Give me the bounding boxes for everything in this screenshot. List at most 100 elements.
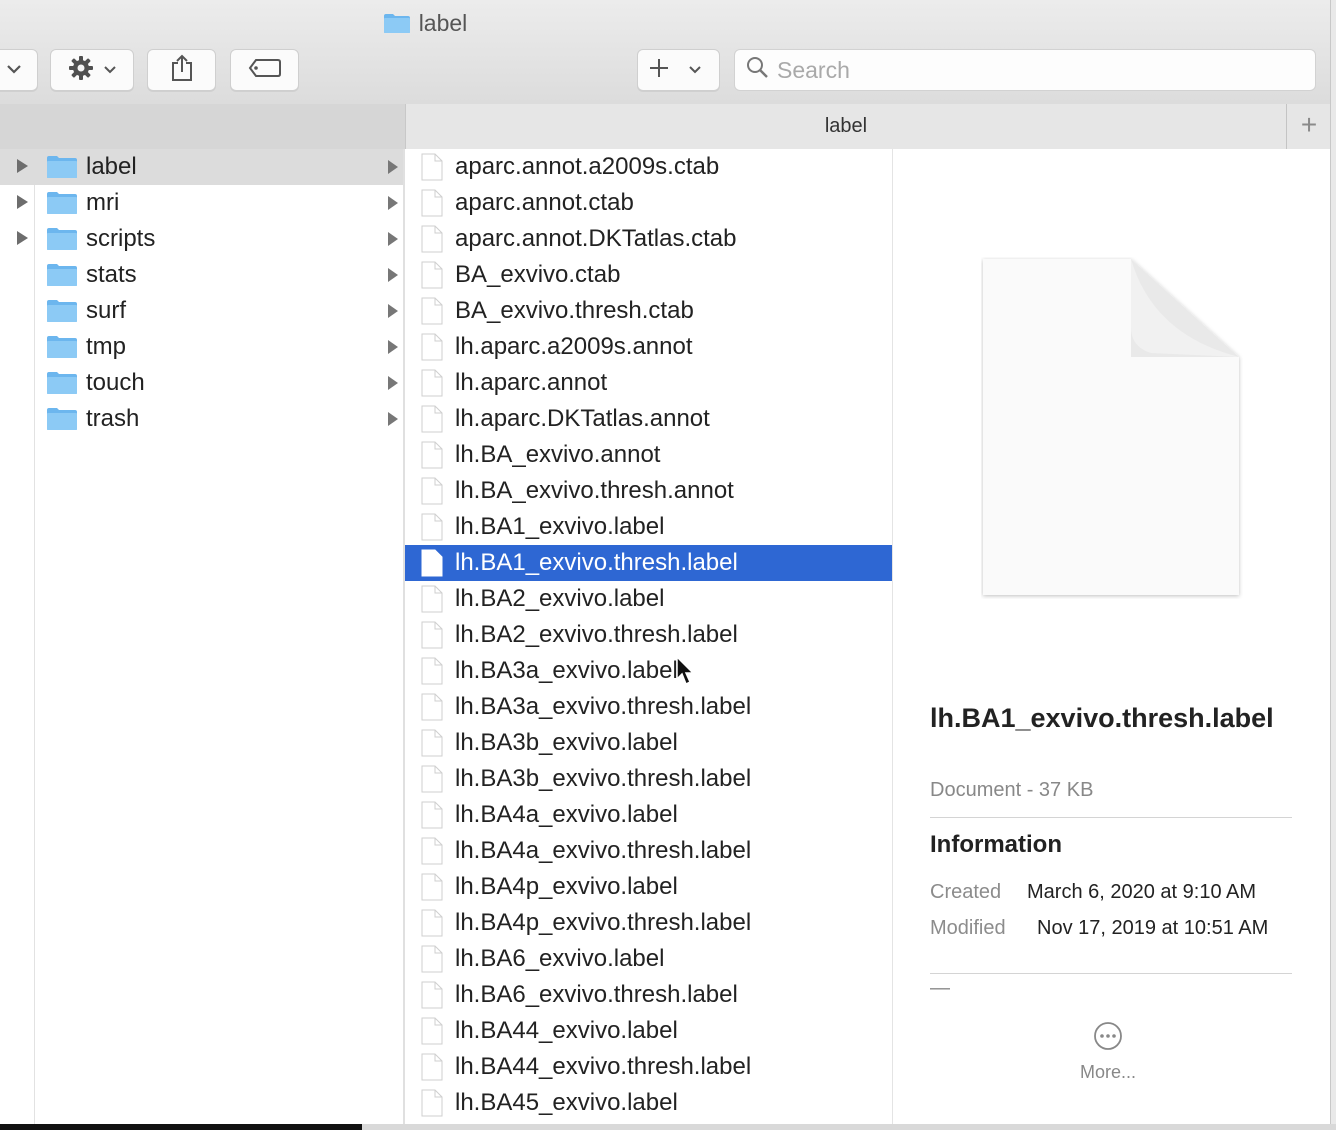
- document-icon: [420, 333, 444, 366]
- file-name: aparc.annot.a2009s.ctab: [455, 153, 720, 180]
- file-item[interactable]: aparc.annot.a2009s.ctab: [405, 149, 892, 185]
- view-options-button[interactable]: [0, 49, 38, 91]
- document-icon: [420, 801, 444, 834]
- file-item[interactable]: lh.aparc.a2009s.annot: [405, 329, 892, 365]
- add-column-button[interactable]: +: [1286, 104, 1330, 150]
- folder-icon: [46, 299, 78, 328]
- modified-label: Modified: [930, 917, 1006, 939]
- file-name: lh.BA4a_exvivo.label: [455, 801, 678, 828]
- share-button[interactable]: [147, 49, 216, 91]
- file-item[interactable]: lh.BA44_exvivo.thresh.label: [405, 1049, 892, 1085]
- document-icon: [420, 153, 444, 186]
- document-icon: [420, 441, 444, 474]
- document-icon: [420, 693, 444, 726]
- folder-item-tmp[interactable]: tmp: [0, 329, 403, 365]
- ellipsis-circle-icon: [1093, 1022, 1123, 1055]
- file-name: lh.BA3b_exvivo.label: [455, 729, 678, 756]
- folder-item-stats[interactable]: stats: [0, 257, 403, 293]
- file-name: BA_exvivo.thresh.ctab: [455, 297, 694, 324]
- disclosure-triangle-icon[interactable]: [17, 231, 28, 245]
- folder-item-label[interactable]: label: [0, 149, 403, 185]
- file-item[interactable]: lh.BA2_exvivo.label: [405, 581, 892, 617]
- file-item[interactable]: aparc.annot.DKTatlas.ctab: [405, 221, 892, 257]
- tag-icon: [248, 58, 282, 83]
- file-item[interactable]: lh.BA6_exvivo.thresh.label: [405, 977, 892, 1013]
- tags-field[interactable]: —: [930, 977, 950, 1000]
- disclosure-triangle-icon[interactable]: [17, 195, 28, 209]
- file-item[interactable]: lh.BA2_exvivo.thresh.label: [405, 617, 892, 653]
- preview-kind: Document - 37 KB: [930, 779, 1094, 801]
- file-item[interactable]: lh.BA4a_exvivo.thresh.label: [405, 833, 892, 869]
- document-icon: [420, 1089, 444, 1122]
- file-item[interactable]: lh.BA3b_exvivo.thresh.label: [405, 761, 892, 797]
- folder-item-mri[interactable]: mri: [0, 185, 403, 221]
- file-item[interactable]: lh.BA4a_exvivo.label: [405, 797, 892, 833]
- plus-icon: +: [1300, 109, 1318, 140]
- information-heading: Information: [930, 831, 1062, 858]
- chevron-down-icon: [103, 61, 117, 79]
- file-column: aparc.annot.a2009s.ctab aparc.annot.ctab a…: [405, 149, 892, 1125]
- file-item[interactable]: lh.BA4p_exvivo.label: [405, 869, 892, 905]
- disclosure-triangle-icon[interactable]: [17, 159, 28, 173]
- file-item[interactable]: lh.BA1_exvivo.label: [405, 509, 892, 545]
- folder-icon: [46, 227, 78, 256]
- folder-icon: [46, 263, 78, 292]
- folder-item-surf[interactable]: surf: [0, 293, 403, 329]
- file-item[interactable]: BA_exvivo.thresh.ctab: [405, 293, 892, 329]
- file-item[interactable]: lh.aparc.DKTatlas.annot: [405, 401, 892, 437]
- gear-icon: [67, 54, 95, 87]
- document-icon: [420, 585, 444, 618]
- file-item[interactable]: lh.BA45_exvivo.label: [405, 1085, 892, 1121]
- folder-item-trash[interactable]: trash: [0, 401, 403, 437]
- search-field[interactable]: Search: [734, 49, 1316, 91]
- sidebar-header: [0, 104, 405, 150]
- file-name: lh.BA_exvivo.annot: [455, 441, 661, 468]
- file-name: lh.BA2_exvivo.thresh.label: [455, 621, 738, 648]
- folder-icon: [46, 155, 78, 184]
- dock-edge: [0, 1124, 362, 1130]
- folder-item-touch[interactable]: touch: [0, 365, 403, 401]
- folder-label: scripts: [86, 225, 156, 252]
- file-item[interactable]: lh.BA44_exvivo.label: [405, 1013, 892, 1049]
- document-icon: [420, 837, 444, 870]
- document-icon: [420, 405, 444, 438]
- file-item[interactable]: aparc.annot.ctab: [405, 185, 892, 221]
- file-item[interactable]: BA_exvivo.ctab: [405, 257, 892, 293]
- file-item[interactable]: lh.BA4p_exvivo.thresh.label: [405, 905, 892, 941]
- file-item[interactable]: lh.BA6_exvivo.label: [405, 941, 892, 977]
- tags-button[interactable]: [230, 49, 299, 91]
- file-item[interactable]: lh.BA_exvivo.annot: [405, 437, 892, 473]
- window-edge: [362, 1124, 1336, 1130]
- new-item-button[interactable]: [637, 49, 720, 91]
- document-icon: [420, 945, 444, 978]
- folder-icon: [46, 335, 78, 364]
- search-placeholder: Search: [777, 56, 850, 83]
- folder-label: touch: [86, 369, 145, 396]
- finder-window: label Search label + label mri scripts s…: [0, 0, 1331, 1125]
- file-name: lh.aparc.annot: [455, 369, 608, 396]
- folder-label: surf: [86, 297, 127, 324]
- file-name: lh.BA3b_exvivo.thresh.label: [455, 765, 752, 792]
- file-item[interactable]: lh.BA3a_exvivo.label: [405, 653, 892, 689]
- document-icon: [420, 1053, 444, 1086]
- mouse-cursor-icon: [676, 655, 696, 691]
- file-name: BA_exvivo.ctab: [455, 261, 621, 288]
- document-icon: [420, 657, 444, 690]
- file-item[interactable]: lh.BA_exvivo.thresh.annot: [405, 473, 892, 509]
- folder-label: trash: [86, 405, 140, 432]
- action-menu-button[interactable]: [50, 49, 134, 91]
- file-item[interactable]: lh.BA3b_exvivo.label: [405, 725, 892, 761]
- folder-item-scripts[interactable]: scripts: [0, 221, 403, 257]
- folder-icon: [383, 12, 411, 40]
- file-item[interactable]: lh.BA3a_exvivo.thresh.label: [405, 689, 892, 725]
- document-icon: [420, 1017, 444, 1050]
- chevron-right-icon: [388, 196, 398, 210]
- document-icon: [420, 297, 444, 330]
- modified-value: Nov 17, 2019 at 10:51 AM: [1037, 917, 1269, 939]
- chevron-right-icon: [388, 340, 398, 354]
- more-button[interactable]: More...: [1068, 1021, 1148, 1083]
- file-item[interactable]: lh.aparc.annot: [405, 365, 892, 401]
- document-icon: [420, 621, 444, 654]
- file-item[interactable]: lh.BA1_exvivo.thresh.label: [405, 545, 892, 581]
- document-icon: [420, 873, 444, 906]
